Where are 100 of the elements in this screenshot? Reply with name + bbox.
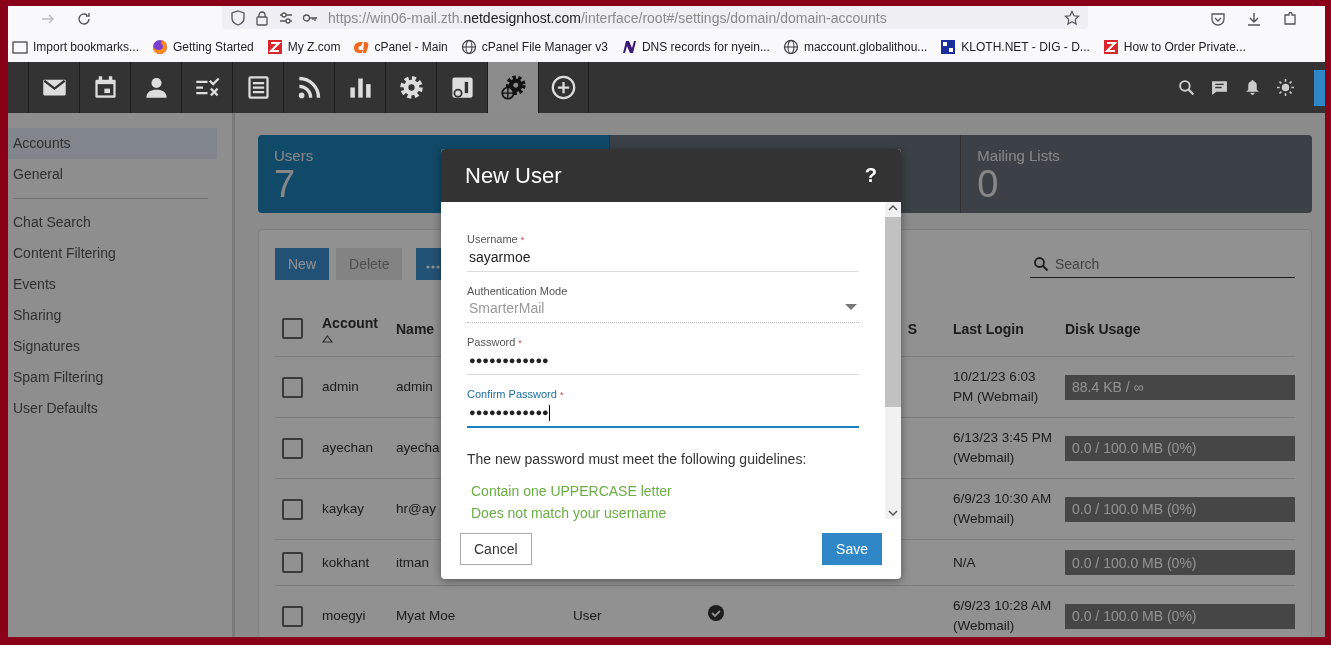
table-cell: hr@ay (396, 501, 436, 516)
disk-usage-text: 0.0 / 100.0 MB (0%) (1072, 500, 1197, 519)
scrollbar[interactable] (885, 202, 901, 519)
profile-button[interactable] (1314, 69, 1325, 106)
table-cell: kokhant (322, 554, 370, 570)
bookmark[interactable]: KLOTH.NET - DIG - D... (940, 39, 1090, 55)
input-field[interactable]: Password * ●●●●●●●●●●●● (467, 335, 859, 375)
download-icon[interactable] (1246, 11, 1262, 27)
caret-up-icon[interactable] (888, 205, 898, 211)
sidebar-item[interactable]: User Defaults (8, 393, 217, 424)
dropdown-caret-icon (845, 304, 857, 310)
sidebar-item[interactable]: Content Filtering (8, 238, 217, 269)
column-header[interactable]: S (907, 320, 917, 337)
password-rule: Does not match your username (470, 504, 668, 523)
row-checkbox[interactable] (282, 376, 303, 398)
new-button[interactable]: New (275, 248, 329, 280)
bookmark[interactable]: Import bookmarks... (12, 39, 140, 55)
table-cell-text: N/A (953, 553, 977, 572)
plus-circle-icon (550, 74, 577, 101)
search-icon[interactable] (1178, 79, 1195, 96)
column-header[interactable]: Name (396, 320, 435, 337)
sidebar-item[interactable]: Signatures (8, 331, 217, 362)
table-cell-text: 6/9/23 10:28 AM (Webmail) (953, 597, 1053, 635)
address-bar[interactable]: https://win06-mail.zth.netdesignhost.com/interface/root#/settings/domain/domain-accounts (222, 6, 1088, 29)
column-header[interactable]: Account (322, 314, 378, 331)
gear-icon (397, 74, 425, 101)
disk-usage-text: 0.0 / 100.0 MB (0%) (1072, 607, 1197, 626)
table-cell: moegyi (322, 608, 366, 623)
sidebar-item[interactable]: Spam Filtering (8, 362, 217, 393)
save-button[interactable]: Save (822, 533, 882, 565)
globe-icon (782, 39, 799, 55)
gear-globe-icon (499, 74, 527, 101)
z-logo-icon (266, 39, 283, 55)
bookmark[interactable]: How to Order Private... (1102, 39, 1246, 55)
select-all-checkbox[interactable] (282, 318, 303, 339)
import-icon (12, 39, 28, 55)
bookmark[interactable]: Getting Started (152, 39, 254, 55)
disk-usage-text: 0.0 / 100.0 MB (0%) (1072, 439, 1197, 458)
chat-icon[interactable] (1211, 79, 1228, 96)
stat-card[interactable]: Mailing Lists 0 (960, 135, 1312, 213)
bookmark[interactable]: maccount.globalithou... (782, 39, 928, 55)
sidebar-item[interactable]: General (8, 159, 217, 190)
table-cell: Myat Moe (396, 608, 456, 623)
extension-icon[interactable] (1282, 11, 1298, 27)
url-text: https://win06-mail.zth.netdesignhost.com/interface/root#/settings/domain/domain-accounts (328, 10, 887, 26)
table-cell: ayechan (322, 440, 374, 455)
help-button[interactable]: ? (864, 164, 877, 187)
table-cell: itman (396, 554, 429, 570)
grid-logo-icon (940, 39, 957, 55)
row-checkbox[interactable] (282, 605, 303, 627)
search-icon (1033, 256, 1049, 272)
sort-triangle-icon[interactable] (322, 334, 333, 343)
column-header[interactable]: Disk Usage (1065, 320, 1141, 337)
bookmark[interactable]: cPanel - Main (353, 39, 448, 55)
table-cell-text: 10/21/23 6:03 PM (Webmail) (953, 368, 1040, 406)
guidelines-text: The new password must meet the following guidelines: (467, 450, 808, 468)
sidebar-item[interactable]: Accounts (8, 128, 217, 159)
bell-icon[interactable] (1244, 79, 1261, 96)
table-cell-text: 6/9/23 10:30 AM (Webmail) (953, 490, 1053, 528)
bookmark[interactable]: My Z.com (266, 39, 341, 55)
sun-icon[interactable] (1277, 79, 1294, 96)
bookmark[interactable]: cPanel File Manager v3 (460, 39, 608, 55)
input-field[interactable]: Username * sayarmoe (467, 232, 859, 272)
sidebar-item[interactable]: Events (8, 269, 217, 300)
firefox-icon (152, 39, 169, 55)
disk-usage-text: 0.0 / 100.0 MB (0%) (1072, 553, 1197, 573)
search-field[interactable]: Search (1030, 250, 1295, 278)
stat-label: Users (274, 147, 314, 165)
bookmark[interactable]: DNS records for nyein... (620, 39, 770, 55)
plus-circle-tab[interactable] (538, 62, 589, 113)
gear-globe-tab[interactable] (487, 62, 538, 113)
table-cell: User (573, 608, 602, 623)
stat-label: Mailing Lists (977, 147, 1060, 165)
sliders-icon[interactable] (278, 10, 294, 26)
row-checkbox[interactable] (282, 437, 303, 459)
table-cell: admin (396, 379, 433, 394)
row-checkbox[interactable] (282, 498, 303, 520)
dialog-title: New User (465, 162, 562, 189)
table-cell: admin (322, 379, 359, 394)
cpanel-icon (353, 39, 370, 55)
sidebar-item[interactable]: Chat Search (8, 207, 217, 238)
shield-icon[interactable] (230, 10, 246, 26)
stat-count: 7 (274, 165, 296, 203)
sidebar-item[interactable]: Sharing (8, 300, 217, 331)
pocket-icon[interactable] (1210, 11, 1226, 27)
row-checkbox[interactable] (282, 552, 303, 573)
password-rule: Contain one UPPERCASE letter (470, 482, 673, 501)
lock-icon[interactable] (254, 10, 270, 26)
input-field[interactable]: Confirm Password * ●●●●●●●●●●●● (467, 387, 859, 428)
stat-count: 0 (977, 165, 999, 203)
caret-down-icon[interactable] (888, 510, 898, 516)
reload-icon[interactable] (76, 11, 92, 27)
z-logo-icon (1102, 39, 1119, 55)
n-logo-icon (620, 39, 637, 55)
column-header[interactable]: Last Login (953, 320, 1024, 337)
ellipsis-icon (426, 265, 441, 269)
disk-usage-text: 88.4 KB / ∞ (1072, 378, 1144, 397)
globe-icon (460, 39, 477, 55)
star-icon[interactable] (1064, 10, 1080, 26)
cancel-button[interactable]: Cancel (460, 533, 532, 565)
